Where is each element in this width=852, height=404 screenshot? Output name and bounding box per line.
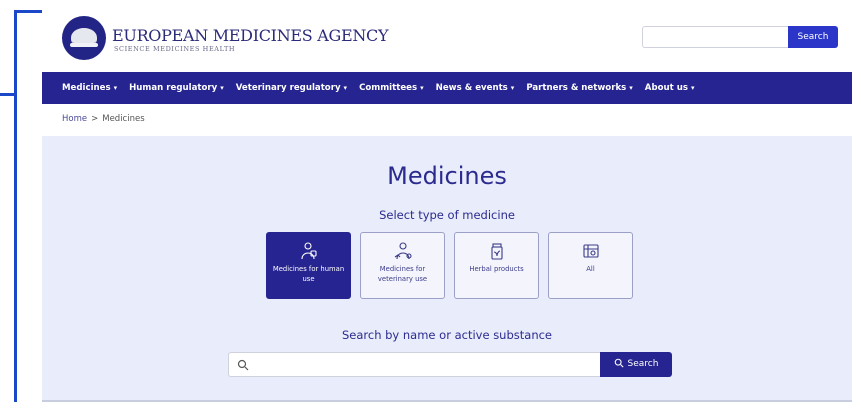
chevron-down-icon: ▾ [343,84,348,92]
nav-item-news-events[interactable]: News & events ▾ [436,83,515,93]
medicine-search-button-label: Search [627,359,659,369]
medicine-search-input[interactable] [228,352,600,377]
human-medicine-icon [300,242,317,260]
breadcrumb-current: Medicines [102,114,145,124]
medicine-search-button[interactable]: Search [600,352,672,377]
search-by-name-label: Search by name or active substance [341,328,553,342]
main-navigation: Medicines ▾ Human regulatory ▾ Veterinary … [42,72,852,104]
medicines-panel: Medicines Select type of medicine Medici… [42,136,852,402]
herbal-product-icon [490,243,503,260]
brand-subtitle: SCIENCE MEDICINES HEALTH [114,45,236,53]
nav-item-veterinary-regulatory[interactable]: Veterinary regulatory ▾ [236,83,347,93]
chevron-down-icon: ▾ [220,84,224,92]
breadcrumb-home-link[interactable]: Home [62,114,87,124]
annotation-bracket-tick [0,93,16,96]
chevron-down-icon: ▾ [629,84,633,92]
page-title: Medicines [387,162,507,190]
search-icon [614,358,624,368]
breadcrumb: Home > Medicines [62,114,145,124]
nav-item-about-us[interactable]: About us ▾ [645,83,695,93]
chevron-down-icon: ▾ [690,84,695,92]
card-herbal-products[interactable]: Herbal products [454,232,539,299]
breadcrumb-separator: > [91,114,99,124]
chevron-down-icon: ▾ [420,84,424,92]
card-label: All [586,265,595,273]
nav-item-committees[interactable]: Committees ▾ [359,83,424,93]
select-type-label: Select type of medicine [379,208,515,222]
all-medicines-icon [582,244,599,258]
page-frame: EUROPEAN MEDICINES AGENCY SCIENCE MEDICI… [42,0,852,404]
chevron-down-icon: ▾ [510,84,515,92]
panel-divider [42,400,852,402]
card-label: Medicines for human use [272,265,345,283]
card-label: Medicines for veterinary use [377,265,428,283]
card-veterinary-medicines[interactable]: Medicines for veterinary use [360,232,445,299]
header-search-input[interactable] [642,26,788,48]
brand-title[interactable]: EUROPEAN MEDICINES AGENCY [112,26,389,45]
veterinary-medicine-icon [394,242,412,260]
card-human-medicines[interactable]: Medicines for human use [266,232,351,299]
header-search-button[interactable]: Search [788,26,838,48]
ema-logo-icon[interactable] [62,16,106,60]
search-icon [237,359,249,371]
card-all-medicines[interactable]: All [548,232,633,299]
card-label: Herbal products [469,265,524,273]
nav-item-partners-networks[interactable]: Partners & networks ▾ [526,83,632,93]
site-header: EUROPEAN MEDICINES AGENCY SCIENCE MEDICI… [42,0,852,70]
medicine-type-cards: Medicines for human use Medicines for ve… [266,232,633,299]
nav-item-human-regulatory[interactable]: Human regulatory ▾ [129,83,224,93]
chevron-down-icon: ▾ [113,84,118,92]
annotation-bracket-vertical [14,10,17,402]
nav-item-medicines[interactable]: Medicines ▾ [62,83,117,93]
